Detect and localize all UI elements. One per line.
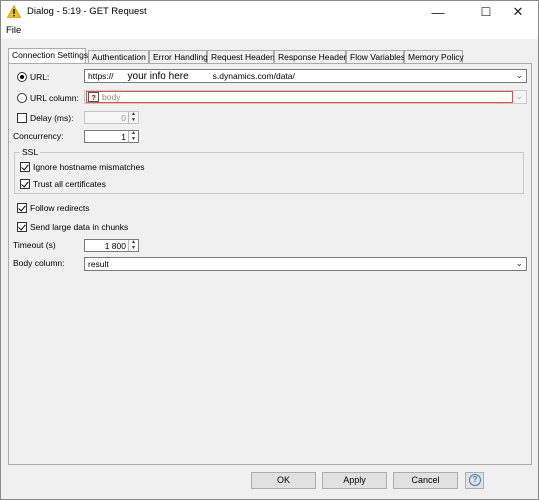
concurrency-value: 1 — [121, 132, 126, 142]
maximize-icon: ☐ — [480, 5, 492, 19]
close-button[interactable]: ✕ — [498, 1, 538, 23]
chevron-down-icon[interactable]: ⌄ — [515, 91, 523, 102]
apply-button[interactable]: Apply — [322, 472, 387, 489]
help-button[interactable]: ? — [465, 472, 484, 489]
ignore-hostname-label: Ignore hostname mismatches — [33, 162, 145, 172]
delay-value: 0 — [121, 113, 126, 123]
url-column-label: URL column: — [30, 93, 79, 103]
timeout-value: 1 800 — [104, 241, 126, 251]
concurrency-label: Concurrency: — [13, 131, 64, 141]
timeout-spinner[interactable]: 1 800 ▲ ▼ — [84, 239, 139, 252]
url-column-combobox[interactable]: ? body ⌄ — [84, 90, 527, 104]
trust-certs-checkbox[interactable] — [20, 179, 30, 189]
minimize-button[interactable]: — — [418, 1, 458, 23]
chevron-down-icon[interactable]: ⌄ — [515, 258, 523, 269]
url-value: https://your info here s.dynamics.com/dat… — [88, 71, 295, 82]
chevron-down-icon[interactable]: ⌄ — [515, 70, 523, 81]
body-column-value: result — [88, 259, 109, 269]
body-column-label: Body column: — [13, 258, 65, 268]
trust-certs-label: Trust all certificates — [33, 179, 106, 189]
minimize-icon: — — [431, 4, 445, 20]
body-column-combobox[interactable]: result ⌄ — [84, 257, 527, 271]
dialog-window: Dialog - 5:19 - GET Request — ☐ ✕ File C… — [0, 0, 539, 500]
url-column-radio[interactable] — [17, 93, 27, 103]
tab-flow-variables[interactable]: Flow Variables — [346, 50, 405, 64]
concurrency-spinner[interactable]: 1 ▲ ▼ — [84, 130, 139, 143]
url-column-error-field: ? body — [86, 91, 513, 103]
send-chunks-checkbox[interactable] — [17, 222, 27, 232]
menu-bar: File — [1, 23, 538, 39]
help-icon: ? — [469, 474, 481, 486]
title-bar[interactable]: Dialog - 5:19 - GET Request — ☐ ✕ — [1, 1, 538, 23]
tab-error-handling[interactable]: Error Handling — [149, 50, 208, 64]
send-chunks-label: Send large data in chunks — [30, 222, 129, 232]
connection-settings-panel: URL: https://your info here s.dynamics.co… — [8, 63, 532, 465]
url-combobox[interactable]: https://your info here s.dynamics.com/dat… — [84, 69, 527, 83]
ok-button[interactable]: OK — [251, 472, 316, 489]
tab-authentication[interactable]: Authentication — [88, 50, 149, 64]
tab-memory-policy[interactable]: Memory Policy — [404, 50, 464, 64]
menu-file[interactable]: File — [6, 25, 21, 36]
warning-triangle-icon — [7, 5, 21, 18]
window-title: Dialog - 5:19 - GET Request — [27, 6, 147, 17]
ssl-group-title: SSL — [20, 147, 41, 157]
timeout-label: Timeout (s) — [13, 240, 56, 250]
spinner-arrows[interactable]: ▲ ▼ — [128, 111, 138, 123]
close-icon: ✕ — [512, 4, 524, 19]
url-radio[interactable] — [17, 72, 27, 82]
delay-label: Delay (ms): — [30, 113, 74, 123]
ignore-hostname-checkbox[interactable] — [20, 162, 30, 172]
ssl-group: SSL Ignore hostname mismatches Trust all… — [14, 147, 524, 194]
follow-redirects-label: Follow redirects — [30, 203, 90, 213]
cancel-button[interactable]: Cancel — [393, 472, 458, 489]
delay-spinner[interactable]: 0 ▲ ▼ — [84, 111, 139, 124]
url-label: URL: — [30, 72, 50, 82]
spinner-arrows[interactable]: ▲ ▼ — [128, 130, 138, 142]
url-overlay-text: your info here — [127, 71, 189, 82]
delay-checkbox[interactable] — [17, 113, 27, 123]
url-column-value: body — [102, 92, 121, 102]
tab-response-headers[interactable]: Response Headers — [274, 50, 351, 64]
follow-redirects-checkbox[interactable] — [17, 203, 27, 213]
tab-request-headers[interactable]: Request Headers — [207, 50, 277, 64]
missing-column-icon: ? — [88, 92, 99, 102]
spinner-arrows[interactable]: ▲ ▼ — [128, 239, 138, 251]
